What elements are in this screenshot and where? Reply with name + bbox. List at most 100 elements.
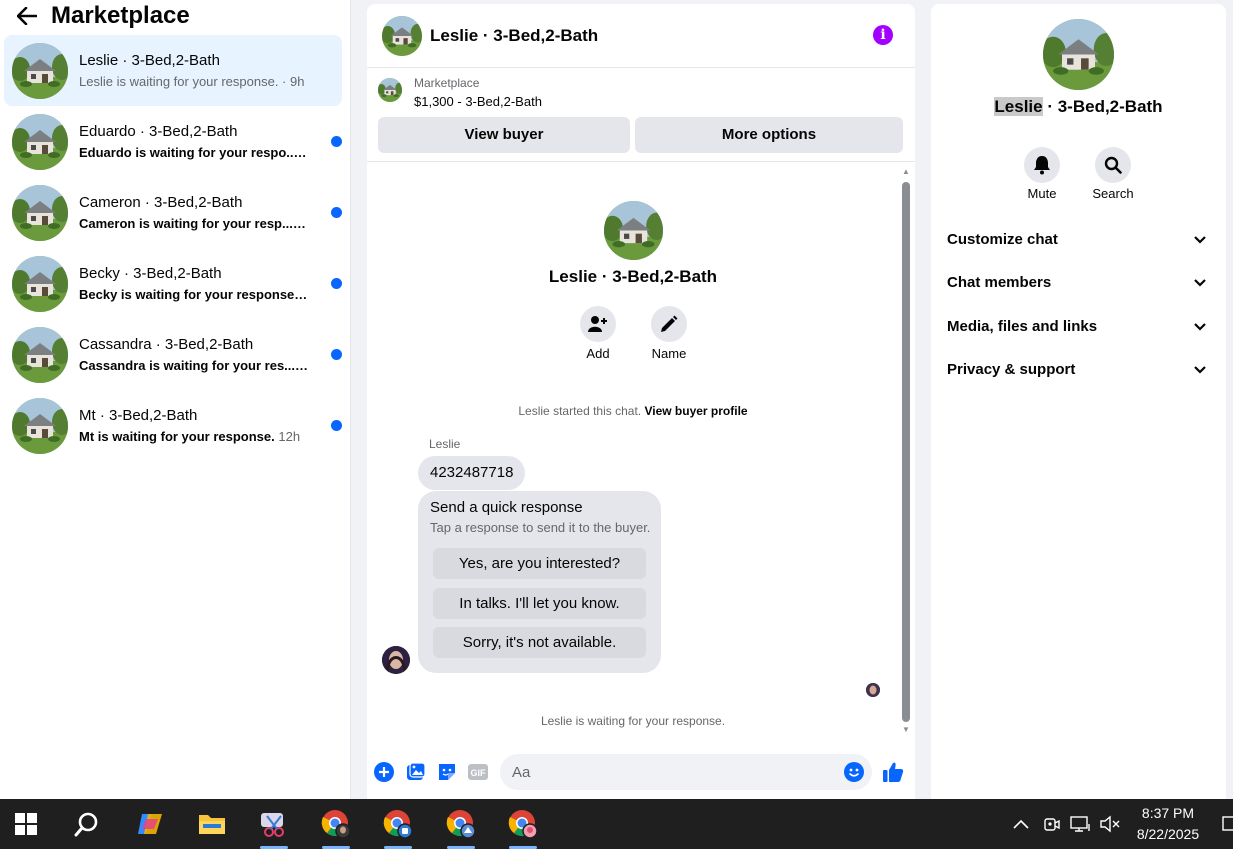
scroll-down-arrow-icon[interactable]: ▼ bbox=[902, 726, 910, 734]
media-files-links-section[interactable]: Media, files and links bbox=[947, 318, 1210, 338]
chat-title[interactable]: Leslie · 3-Bed,2-Bath bbox=[430, 26, 598, 46]
search-icon bbox=[1104, 156, 1122, 174]
quick-response-title: Send a quick response bbox=[430, 499, 583, 516]
message-input[interactable] bbox=[500, 754, 872, 790]
seen-indicator-avatar bbox=[866, 683, 880, 697]
search-button[interactable] bbox=[1095, 147, 1131, 183]
mute-button[interactable] bbox=[1024, 147, 1060, 183]
section-label: Chat members bbox=[947, 274, 1052, 291]
conversation-avatar bbox=[12, 255, 68, 312]
taskbar-search-icon[interactable] bbox=[62, 799, 112, 849]
conversation-time: · 9h bbox=[278, 73, 305, 89]
conversation-preview: Cameron is waiting for your resp... · 10… bbox=[79, 215, 309, 233]
quick-response-button[interactable]: Yes, are you interested? bbox=[433, 548, 646, 579]
thumbs-up-icon[interactable] bbox=[882, 761, 904, 783]
waiting-status: Leslie is waiting for your response. bbox=[540, 714, 726, 728]
conversation-text: Becky · 3-Bed,2-Bath Becky is waiting for… bbox=[79, 264, 309, 304]
conversation-preview: Leslie is waiting for your response. · 9… bbox=[79, 73, 309, 91]
quick-response-card: Send a quick response Tap a response to … bbox=[418, 491, 661, 673]
quick-response-button[interactable]: Sorry, it's not available. bbox=[433, 627, 646, 658]
conversation-text: Eduardo · 3-Bed,2-Bath Eduardo is waiting… bbox=[79, 122, 309, 162]
conversation-name: Cameron · 3-Bed,2-Bath bbox=[79, 193, 243, 211]
plus-circle-icon[interactable] bbox=[373, 761, 395, 783]
chevron-down-icon bbox=[1194, 323, 1206, 331]
listing-thumbnail[interactable] bbox=[378, 78, 402, 102]
gif-label: GIF bbox=[471, 768, 487, 778]
details-name-rest: · 3-Bed,2-Bath bbox=[1042, 97, 1163, 116]
section-label: Media, files and links bbox=[947, 318, 1098, 335]
details-name: Leslie · 3-Bed,2-Bath bbox=[931, 97, 1226, 117]
unread-dot bbox=[331, 419, 342, 431]
conversation-name: Mt · 3-Bed,2-Bath bbox=[79, 406, 198, 424]
chrome-profile-icon[interactable] bbox=[311, 799, 361, 849]
emoji-icon[interactable] bbox=[843, 761, 865, 783]
preview-text: Leslie is waiting for your response. bbox=[79, 73, 279, 89]
sender-avatar[interactable] bbox=[382, 646, 410, 674]
conversation-name: Cassandra · 3-Bed,2-Bath bbox=[79, 335, 254, 353]
sticker-icon[interactable] bbox=[436, 761, 458, 783]
scroll-up-arrow-icon[interactable]: ▲ bbox=[902, 168, 910, 176]
unread-dot bbox=[331, 135, 342, 147]
snipping-tool-icon[interactable] bbox=[249, 799, 299, 849]
info-icon[interactable]: i bbox=[873, 25, 893, 45]
chrome-profile-icon[interactable] bbox=[436, 799, 486, 849]
photo-icon[interactable] bbox=[405, 761, 427, 783]
conversation-item[interactable]: Cassandra · 3-Bed,2-Bath Cassandra is wai… bbox=[4, 319, 342, 390]
file-explorer-icon[interactable] bbox=[187, 799, 237, 849]
conversation-avatar bbox=[12, 113, 68, 170]
listing-price[interactable]: $1,300 - 3-Bed,2-Bath bbox=[414, 94, 542, 109]
conversation-avatar bbox=[12, 42, 68, 99]
conversation-item[interactable]: Becky · 3-Bed,2-Bath Becky is waiting for… bbox=[4, 248, 342, 319]
privacy-support-section[interactable]: Privacy & support bbox=[947, 361, 1210, 381]
view-buyer-button[interactable]: View buyer bbox=[378, 117, 630, 153]
conversation-text: Cameron · 3-Bed,2-Bath Cameron is waiting… bbox=[79, 193, 309, 233]
conversation-name: Becky · 3-Bed,2-Bath bbox=[79, 264, 222, 282]
chat-members-section[interactable]: Chat members bbox=[947, 274, 1210, 294]
add-person-icon bbox=[588, 316, 607, 332]
scroll-thumb[interactable] bbox=[902, 182, 910, 722]
conversation-avatar bbox=[12, 184, 68, 241]
page-title: Marketplace bbox=[51, 2, 190, 29]
chat-started-notice: Leslie started this chat. View buyer pro… bbox=[367, 404, 899, 418]
view-buyer-profile-link[interactable]: View buyer profile bbox=[644, 404, 747, 418]
copilot-icon[interactable] bbox=[125, 799, 175, 849]
conversation-item[interactable]: Cameron · 3-Bed,2-Bath Cameron is waiting… bbox=[4, 177, 342, 248]
more-options-button[interactable]: More options bbox=[635, 117, 903, 153]
conversation-text: Mt · 3-Bed,2-Bath Mt is waiting for your … bbox=[79, 406, 309, 446]
customize-chat-section[interactable]: Customize chat bbox=[947, 231, 1210, 251]
conversation-profile-avatar bbox=[604, 201, 663, 260]
details-avatar[interactable] bbox=[1043, 19, 1114, 90]
preview-text: Cameron is waiting for your resp... bbox=[79, 215, 293, 231]
quick-response-button[interactable]: In talks. I'll let you know. bbox=[433, 588, 646, 619]
conversation-item[interactable]: Leslie · 3-Bed,2-Bath Leslie is waiting f… bbox=[4, 35, 342, 106]
add-people-button[interactable] bbox=[580, 306, 616, 342]
chevron-up-icon[interactable] bbox=[1010, 813, 1032, 835]
pencil-icon bbox=[661, 315, 678, 332]
chevron-down-icon bbox=[1194, 236, 1206, 244]
started-text: Leslie started this chat. bbox=[518, 404, 645, 418]
notification-icon[interactable] bbox=[1218, 813, 1233, 835]
chrome-profile-icon[interactable] bbox=[373, 799, 423, 849]
listing-source: Marketplace bbox=[414, 76, 480, 90]
system-clock[interactable]: 8:37 PM 8/22/2025 bbox=[1128, 803, 1208, 845]
section-label: Privacy & support bbox=[947, 361, 1076, 378]
mute-label: Mute bbox=[1027, 186, 1057, 201]
chat-panel: Leslie · 3-Bed,2-Bath i Marketplace $1,3… bbox=[367, 4, 915, 799]
conversation-item[interactable]: Eduardo · 3-Bed,2-Bath Eduardo is waiting… bbox=[4, 106, 342, 177]
speaker-muted-icon[interactable] bbox=[1099, 813, 1121, 835]
conversation-item[interactable]: Mt · 3-Bed,2-Bath Mt is waiting for your … bbox=[4, 390, 342, 461]
message-bubble[interactable]: 4232487718 bbox=[418, 456, 526, 490]
network-icon[interactable] bbox=[1070, 813, 1092, 835]
conversation-text: Leslie · 3-Bed,2-Bath Leslie is waiting f… bbox=[79, 51, 309, 91]
taskbar: 8:37 PM 8/22/2025 bbox=[0, 799, 1233, 849]
windows-start-icon[interactable] bbox=[1, 799, 51, 849]
back-arrow-icon[interactable] bbox=[14, 3, 40, 29]
chrome-profile-icon[interactable] bbox=[498, 799, 548, 849]
message-composer: GIF bbox=[367, 754, 915, 790]
edit-name-button[interactable] bbox=[651, 306, 687, 342]
message-scrollbar[interactable]: ▲ ▼ bbox=[902, 168, 910, 734]
meet-now-icon[interactable] bbox=[1040, 813, 1062, 835]
chat-avatar[interactable] bbox=[382, 15, 422, 56]
gif-icon[interactable]: GIF bbox=[467, 761, 489, 783]
chevron-down-icon bbox=[1194, 366, 1206, 374]
